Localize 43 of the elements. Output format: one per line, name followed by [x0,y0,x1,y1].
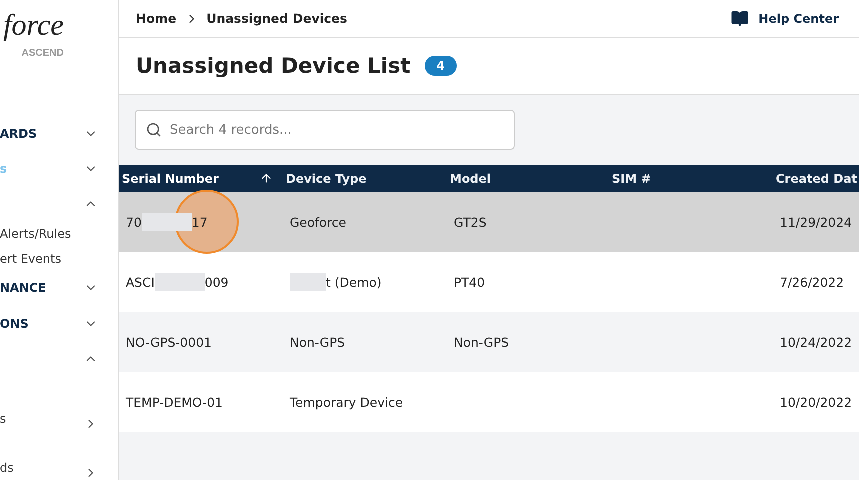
table-cell: Temporary Device [290,394,404,410]
table-cell: t (Demo) [326,274,382,290]
table-cell: ASCI [126,274,155,290]
nav-subitem[interactable]: s [0,406,6,432]
table-cell: Non-GPS [290,334,346,350]
nav-item[interactable]: ARDS [0,127,38,141]
table-cell: 17 [192,214,208,230]
nav-subitem[interactable]: Alerts/Rules [0,222,118,246]
book-icon [730,10,749,28]
table-cell: TEMP-DEMO-01 [126,394,224,410]
table-cell: NO-GPS-0001 [126,334,212,350]
table-row[interactable]: 70 17 Geoforce GT2S 11/29/2024 [119,192,859,252]
column-header[interactable]: Device Type [283,165,447,192]
column-header[interactable]: Created Dat [773,165,859,192]
nav-subitem[interactable]: ds [0,455,14,480]
logo-subtitle: ASCEND [22,48,64,59]
table-cell: GT2S [454,214,487,230]
table-cell: 009 [204,274,229,290]
table-cell: 70 [126,214,142,230]
table-cell: 11/29/2024 [780,214,852,230]
column-header[interactable]: Model [447,165,609,192]
page-title: Unassigned Device List [136,54,411,78]
sort-ascending-icon[interactable] [260,172,273,185]
column-header[interactable]: Serial Number [119,165,283,192]
table-cell: PT40 [454,274,486,290]
nav-subitem[interactable]: ert Events [0,246,118,271]
nav-item[interactable]: NANCE [0,281,46,296]
search-field[interactable]: Search 4 records... [135,110,515,150]
table-cell: 7/26/2022 [780,274,844,290]
table-cell: 10/20/2022 [780,394,852,410]
help-center-link[interactable]: Help Center [730,10,839,28]
search-icon [146,122,162,138]
logo-wordmark: force [3,8,64,44]
column-header[interactable]: SIM # [609,165,773,192]
table-row[interactable]: ASCI 009 t (Demo) PT40 7/26/2022 [119,252,859,312]
table-row[interactable]: TEMP-DEMO-01 Temporary Device 10/20/2022 [119,372,859,432]
count-badge: 4 [424,56,457,76]
table-cell: 10/24/2022 [780,334,852,350]
breadcrumb-item[interactable]: Home [136,11,177,26]
table-cell: Geoforce [290,214,347,230]
nav-item[interactable]: ONS [0,316,29,331]
table-cell: Non-GPS [454,334,510,350]
breadcrumb-item: Unassigned Devices [206,11,348,26]
